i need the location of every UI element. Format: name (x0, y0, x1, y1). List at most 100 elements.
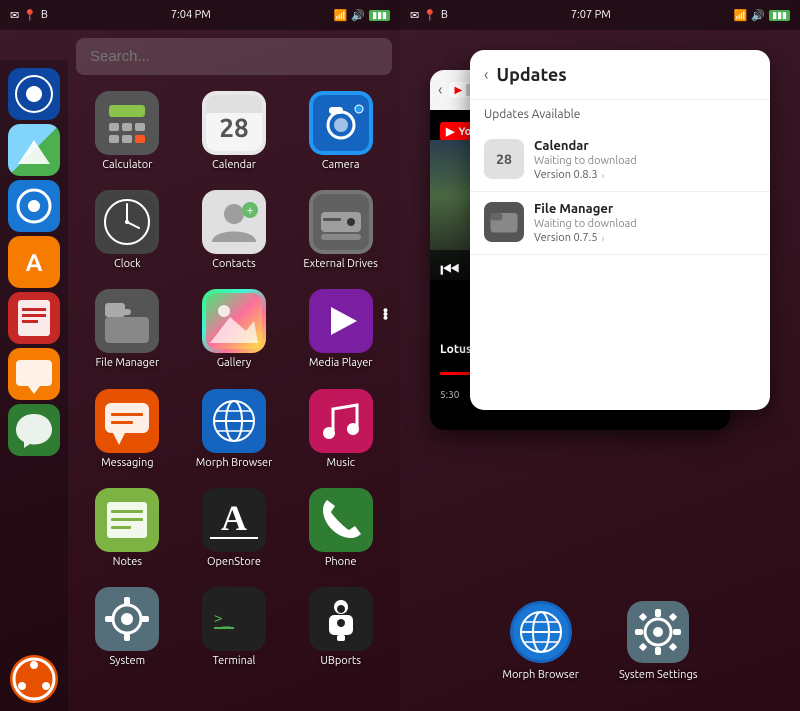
app-system[interactable]: System (76, 581, 179, 674)
notes-icon (95, 488, 159, 552)
phone-label: Phone (325, 556, 357, 569)
video-prev-btn[interactable]: ⏮ (440, 257, 460, 282)
sidebar-ubuntu[interactable] (10, 655, 58, 703)
right-panel: ✉📍B 7:07 PM 📶🔊▮▮▮ ‹ ▶ m ▶Y (400, 0, 800, 711)
calendar-update-version[interactable]: Version 0.8.3 › (534, 169, 756, 181)
search-input[interactable] (76, 38, 392, 75)
dock-system-settings-icon (627, 601, 689, 663)
dock-morph-browser[interactable]: Morph Browser (502, 601, 579, 681)
media-player-icon (309, 289, 373, 353)
right-status-icons-right: 📶🔊▮▮▮ (734, 9, 790, 22)
updates-back-btn[interactable]: ‹ (484, 66, 489, 84)
right-time: 7:07 PM (571, 9, 611, 21)
app-calendar[interactable]: 28 Calendar (183, 85, 286, 178)
left-status-icons: ✉📍B (10, 9, 48, 22)
updates-subtitle: Updates Available (470, 100, 770, 129)
clock-icon (95, 190, 159, 254)
app-notes[interactable]: Notes (76, 482, 179, 575)
app-gallery[interactable]: Gallery (183, 283, 286, 376)
svg-text:+: + (247, 204, 254, 217)
openstore-label: OpenStore (207, 556, 261, 569)
left-right-icons: 📶🔊▮▮▮ (334, 9, 390, 22)
app-music[interactable]: Music (289, 383, 392, 476)
filemanager-update-icon (484, 202, 524, 242)
camera-label: Camera (322, 159, 360, 172)
clock-label: Clock (114, 258, 141, 271)
app-clock[interactable]: Clock (76, 184, 179, 277)
app-drawer: Calculator 28 Calendar (68, 30, 400, 711)
gallery-label: Gallery (217, 357, 252, 370)
app-openstore[interactable]: A OpenStore (183, 482, 286, 575)
app-ubports[interactable]: UBports (289, 581, 392, 674)
sidebar-item-4[interactable] (8, 292, 60, 344)
calendar-update-icon: 28 (484, 139, 524, 179)
filemanager-update-version[interactable]: Version 0.7.5 › (534, 232, 756, 244)
app-external-drives[interactable]: External Drives (289, 184, 392, 277)
external-drives-label: External Drives (303, 258, 378, 271)
app-contacts[interactable]: + Contacts (183, 184, 286, 277)
app-calculator[interactable]: Calculator (76, 85, 179, 178)
svg-text:>_: >_ (214, 611, 231, 627)
file-manager-label: File Manager (96, 357, 160, 370)
dock-morph-browser-label: Morph Browser (502, 669, 579, 681)
app-terminal[interactable]: >_ Terminal (183, 581, 286, 674)
app-messaging[interactable]: Messaging (76, 383, 179, 476)
terminal-label: Terminal (213, 655, 256, 668)
morph-browser-icon (202, 389, 266, 453)
right-status-icons-left: ✉📍B (410, 9, 448, 22)
dock-system-settings[interactable]: System Settings (619, 601, 698, 681)
contacts-icon: + (202, 190, 266, 254)
updates-header: ‹ Updates (470, 50, 770, 100)
music-label: Music (326, 457, 354, 470)
notes-label: Notes (113, 556, 142, 569)
sidebar-item-3[interactable]: A (8, 236, 60, 288)
calendar-icon: 28 (202, 91, 266, 155)
camera-icon (309, 91, 373, 155)
updates-card[interactable]: ‹ Updates Updates Available 28 Calendar … (470, 50, 770, 410)
calculator-icon (95, 91, 159, 155)
update-item-calendar[interactable]: 28 Calendar Waiting to download Version … (470, 129, 770, 192)
dock-system-settings-label: System Settings (619, 669, 698, 681)
sidebar-item-0[interactable] (8, 68, 60, 120)
left-time: 7:04 PM (171, 9, 211, 21)
sidebar-item-1[interactable] (8, 124, 60, 176)
morph-browser-label: Morph Browser (196, 457, 273, 470)
calendar-update-status: Waiting to download (534, 155, 756, 167)
openstore-icon: A (202, 488, 266, 552)
calculator-label: Calculator (102, 159, 152, 172)
system-label: System (110, 655, 146, 668)
app-file-manager[interactable]: File Manager (76, 283, 179, 376)
messaging-label: Messaging (101, 457, 153, 470)
apps-grid: Calculator 28 Calendar (76, 85, 392, 674)
browser-back-btn[interactable]: ‹ (438, 81, 443, 99)
filemanager-update-name: File Manager (534, 202, 756, 216)
filemanager-version-chevron: › (602, 233, 605, 244)
external-drives-icon (309, 190, 373, 254)
status-bar-right: ✉📍B 7:07 PM 📶🔊▮▮▮ (400, 0, 800, 30)
messaging-icon (95, 389, 159, 453)
sidebar-item-6[interactable] (8, 404, 60, 456)
card-stack: ‹ ▶ m ▶YouTube (430, 50, 770, 470)
app-morph-browser[interactable]: Morph Browser (183, 383, 286, 476)
svg-text:28: 28 (219, 113, 248, 142)
dock-morph-browser-icon (510, 601, 572, 663)
ubports-icon (309, 587, 373, 651)
update-item-filemanager[interactable]: File Manager Waiting to download Version… (470, 192, 770, 255)
app-media-player[interactable]: Media Player ••• (289, 283, 392, 376)
app-camera[interactable]: Camera (289, 85, 392, 178)
status-bar-left: ✉📍B 7:04 PM 📶🔊▮▮▮ (0, 0, 400, 30)
app-phone[interactable]: Phone (289, 482, 392, 575)
more-options-dots[interactable]: ••• (376, 308, 392, 319)
sidebar-item-2[interactable] (8, 180, 60, 232)
media-player-label: Media Player (309, 357, 373, 370)
calendar-version-chevron: › (602, 170, 605, 181)
filemanager-update-info: File Manager Waiting to download Version… (534, 202, 756, 244)
svg-text:A: A (221, 498, 247, 538)
bottom-dock: Morph Browser System Settings (400, 591, 800, 711)
sidebar: A (0, 60, 68, 711)
calendar-update-info: Calendar Waiting to download Version 0.8… (534, 139, 756, 181)
terminal-icon: >_ (202, 587, 266, 651)
sidebar-item-5[interactable] (8, 348, 60, 400)
calendar-update-name: Calendar (534, 139, 756, 153)
system-icon (95, 587, 159, 651)
